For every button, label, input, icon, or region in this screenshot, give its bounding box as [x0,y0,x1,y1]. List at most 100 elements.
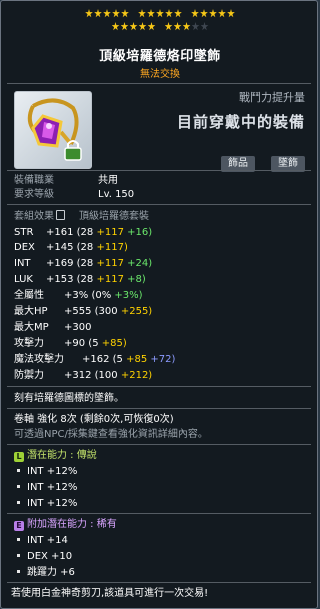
star-force-rating [1,9,317,35]
stat-star-bonus: +117 [96,227,124,238]
stat-name: 攻擊力 [14,338,44,349]
star-icon [120,22,129,31]
item-description: 刻有培羅德圖標的墜飾。 [14,393,124,404]
stat-row-defense: 防禦力 +312 (100 +212) [14,369,152,382]
stat-base: (28 [76,274,94,285]
potential-line-text: INT +12% [27,498,78,509]
stat-name: 全屬性 [14,290,44,301]
star-group [191,9,236,22]
stat-star-bonus: +85 [126,354,148,365]
stat-total: +312 [64,370,92,381]
star-icon [129,22,138,31]
potential-line: INT +12% [14,465,77,478]
bullet-icon [17,537,20,541]
stat-star-bonus: +117 [96,258,124,269]
stat-scroll-bonus: +72) [150,354,176,365]
star-icon [191,9,199,18]
divider [7,408,311,409]
star-group [85,9,130,22]
upgrade-note: 可透過NPC/採集鍵查看強化資訊詳細內容。 [14,429,208,440]
stat-total: +555 [64,306,92,317]
stat-row-dex: DEX +145 (28 +117) [14,241,128,254]
bonus-potential-header: E 附加潛在能力 : 稀有 [14,518,117,531]
star-row-2 [1,22,317,35]
set-effect-label: 套組效果 [14,211,54,222]
stat-base: (28 [76,258,94,269]
star-icon [85,9,93,18]
bonus-potential-line: INT +14 [14,534,68,547]
item-name: 頂級培羅德烙印墜飾 [99,49,221,64]
divider [7,444,311,445]
potential-line: INT +12% [14,481,77,494]
level-label: 要求等級 [14,189,54,200]
star-icon [147,9,155,18]
star-icon [164,22,173,31]
potential-line-text: INT +12% [27,466,78,477]
potential-line-text: INT +12% [27,482,78,493]
bonus-potential-line: 跳躍力 +6 [14,566,75,579]
stat-name: LUK [14,274,33,285]
star-icon [138,9,146,18]
stat-name: 防禦力 [14,370,44,381]
stat-total: +162 [82,354,110,365]
combat-power-label: 戰鬥力提升量 [239,91,305,104]
epic-grade-icon: E [14,521,24,531]
star-icon [147,22,156,31]
bullet-icon [17,569,20,573]
potential-header: L 潛在能力 : 傳說 [14,449,97,462]
level-value: Lv. 150 [98,189,135,200]
stat-row-int: INT +169 (28 +117 +24) [14,257,152,270]
divider [7,170,311,171]
item-tooltip: 頂級培羅德烙印墜飾 無法交換 戰鬥力提升量 目前穿戴中的裝備 飾品 墜飾 裝備職… [0,0,318,609]
stat-name: 最大MP [14,322,49,333]
stat-base: (300 [94,306,118,317]
bonus-potential-line-text: 跳躍力 +6 [27,567,75,578]
stat-total: +169 [46,258,74,269]
stat-name: DEX [14,242,35,253]
stat-name: 魔法攻擊力 [14,354,64,365]
stat-row-max-mp: 最大MP +300 [14,321,91,334]
stat-base: (0% [91,290,112,301]
trade-restriction: 無法交換 [140,69,180,80]
star-icon [209,9,217,18]
star-empty-icon [200,22,209,31]
star-icon [165,9,173,18]
stat-total: +153 [46,274,74,285]
bonus-potential-label: 附加潛在能力 : 稀有 [27,519,117,530]
star-icon [227,9,235,18]
stat-base: (100 [94,370,118,381]
divider [7,513,311,514]
stat-star-bonus: +85) [101,338,127,349]
star-group [111,22,156,35]
stat-row-all-stat: 全屬性 +3% (0% +3%) [14,289,143,302]
stat-star-bonus: +117 [96,274,124,285]
stat-total: +145 [46,242,74,253]
stat-flame-bonus: +24) [127,258,153,269]
set-effect-row: 套組效果 頂級培羅德套裝 [14,210,149,223]
stat-row-max-hp: 最大HP +555 (300 +255) [14,305,152,318]
stat-base: (5 [112,354,123,365]
stat-name: STR [14,227,34,238]
stat-row-attack: 攻擊力 +90 (5 +85) [14,337,127,350]
bullet-icon [17,468,20,472]
star-group [164,22,209,35]
bonus-potential-line-text: DEX +10 [27,551,73,562]
stat-total: +3% [64,290,89,301]
star-empty-icon [191,22,200,31]
stat-base: (5 [88,338,99,349]
equipped-status-label: 目前穿戴中的裝備 [176,113,305,131]
divider [7,83,311,84]
star-row-1 [1,9,317,22]
star-icon [94,9,102,18]
job-row: 裝備職業 共用 [14,174,118,187]
star-icon [156,9,164,18]
stat-flame-bonus: +16) [127,227,153,238]
bullet-icon [17,500,20,504]
star-icon [103,9,111,18]
star-icon [112,9,120,18]
bonus-potential-line: DEX +10 [14,550,72,563]
stat-star-bonus: +255) [120,306,153,317]
star-icon [121,9,129,18]
stat-star-bonus: +117) [96,242,128,253]
bullet-icon [17,484,20,488]
